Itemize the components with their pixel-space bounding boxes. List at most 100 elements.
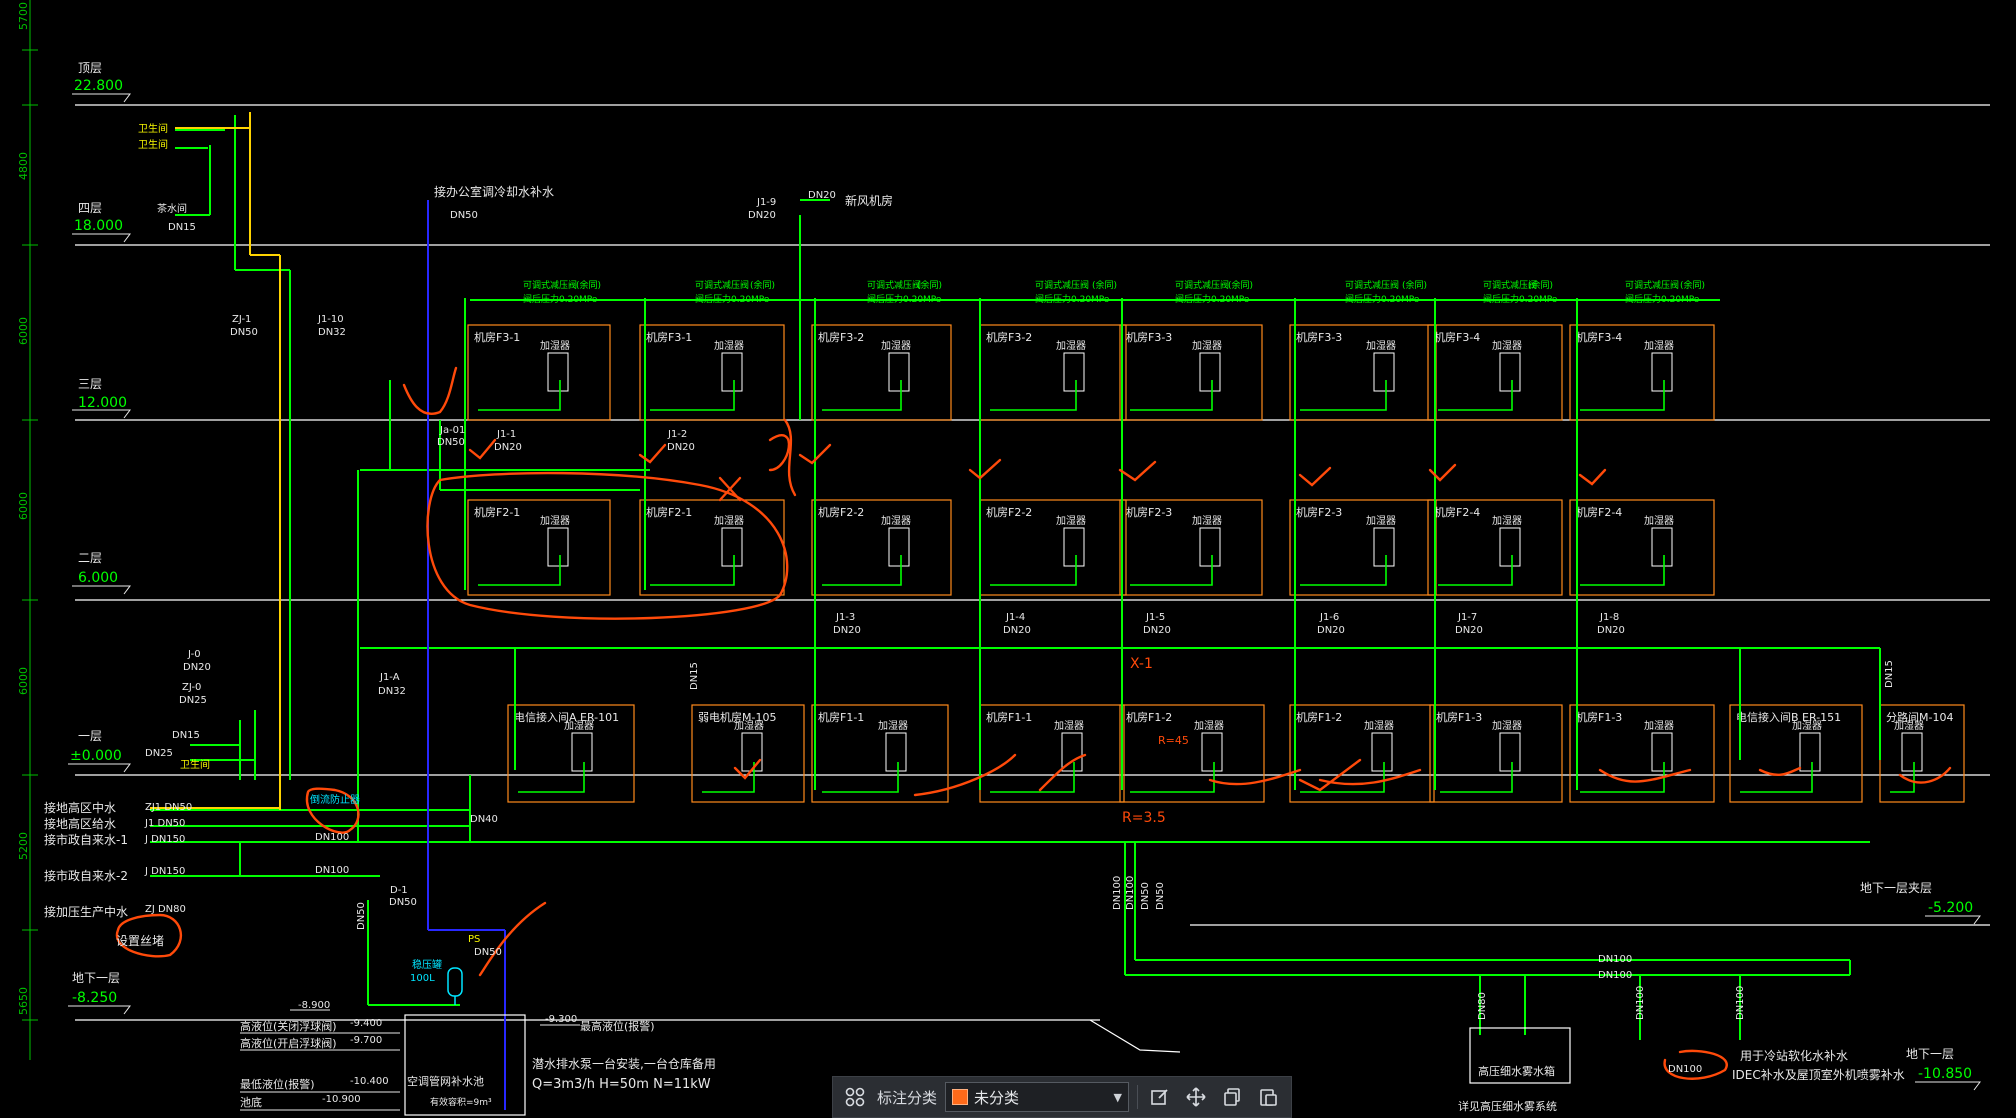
riser-j1-3: J1-3 xyxy=(835,612,855,623)
humidifier-unit xyxy=(1499,527,1521,567)
floor-elev-f4: 18.000 xyxy=(74,218,123,234)
room-f2-7[interactable]: 机房F2-4 加湿器 xyxy=(1427,499,1563,596)
room-f3-4[interactable]: 机房F3-2 加湿器 xyxy=(979,324,1127,421)
paste-icon[interactable] xyxy=(1254,1083,1282,1111)
floor-name-b1-right: 地下一层夹层 xyxy=(1860,881,1932,895)
wl-high: -9.300 xyxy=(545,1014,577,1025)
humidifier-label: 加湿器 xyxy=(1192,340,1222,352)
humidifier-unit xyxy=(1199,527,1221,567)
cad-drawing-canvas[interactable]: 5700 4800 6000 6000 6000 5200 5650 顶层 22… xyxy=(0,0,2016,1118)
riser-zj1: ZJ-1 xyxy=(232,314,251,325)
riser-j1-1: J1-1 xyxy=(496,429,516,440)
valve-note-3: (余同) xyxy=(576,279,601,291)
humidifier-label: 加湿器 xyxy=(1054,720,1084,732)
humidifier-unit xyxy=(721,352,743,392)
humidifier-label: 加湿器 xyxy=(1366,340,1396,352)
tank-vol: 100L xyxy=(410,973,435,984)
move-icon[interactable] xyxy=(1182,1083,1210,1111)
inlet-5-dn: ZJ DN80 xyxy=(145,904,186,915)
room-f3-7[interactable]: 机房F3-4 加湿器 xyxy=(1427,324,1563,421)
room-f3-2[interactable]: 机房F3-1 加湿器 xyxy=(639,324,785,421)
humidifier-branch-pipe xyxy=(990,762,1075,793)
humidifier-label: 加湿器 xyxy=(1792,720,1822,732)
room-f1-4[interactable]: 机房F1-1 加湿器 xyxy=(979,704,1125,803)
humidifier-label: 加湿器 xyxy=(714,515,744,527)
humidifier-branch-pipe xyxy=(1740,762,1813,793)
wl-1: -9.400 xyxy=(350,1018,382,1029)
room-f2-8[interactable]: 机房F2-4 加湿器 xyxy=(1569,499,1715,596)
room-f3-1[interactable]: 机房F3-1 加湿器 xyxy=(467,324,611,421)
wl-3: -10.400 xyxy=(350,1076,389,1087)
room-f3-6[interactable]: 机房F3-3 加湿器 xyxy=(1289,324,1437,421)
room-f1-2[interactable]: 弱电机房M-105加湿器 xyxy=(691,704,805,803)
floor-elev-b1-bottom: -10.850 xyxy=(1918,1066,1972,1082)
humidifier-unit xyxy=(1651,352,1673,392)
humidifier-label: 加湿器 xyxy=(881,515,911,527)
edit-icon[interactable] xyxy=(1146,1083,1174,1111)
room-label: 机房F1-1 xyxy=(818,710,864,724)
riser-ja01: Ja-01 xyxy=(439,425,465,436)
room-label: 机房F1-2 xyxy=(1126,710,1172,724)
humidifier-unit xyxy=(1063,352,1085,392)
humidifier-label: 加湿器 xyxy=(734,720,764,732)
humidifier-label: 加湿器 xyxy=(564,720,594,732)
scale-3: 6000 xyxy=(17,317,30,345)
room-f1-8[interactable]: 机房F1-3 加湿器 xyxy=(1569,704,1715,803)
category-grid-icon[interactable] xyxy=(841,1083,869,1111)
room-f3-5[interactable]: 机房F3-3 加湿器 xyxy=(1119,324,1263,421)
room-label: 机房F2-2 xyxy=(986,505,1032,519)
humidifier-label: 加湿器 xyxy=(1364,720,1394,732)
riser-j1-10: J1-10 xyxy=(317,314,344,325)
riser-j1-10-dn: DN32 xyxy=(318,327,346,338)
inlet-4-dn: J DN150 xyxy=(144,866,185,877)
room-f3-3[interactable]: 机房F3-2 加湿器 xyxy=(811,324,952,421)
inlet-2-dn: J1 DN50 xyxy=(144,818,185,829)
humidifier-unit xyxy=(547,527,569,567)
room-label: 机房F2-2 xyxy=(818,505,864,519)
humidifier-branch-pipe xyxy=(822,762,899,793)
floor-name-f4: 四层 xyxy=(78,201,102,215)
copy-icon[interactable] xyxy=(1218,1083,1246,1111)
riser-j1-7-dn: DN20 xyxy=(1455,625,1483,636)
room-f2-5[interactable]: 机房F2-3 加湿器 xyxy=(1119,499,1263,596)
room-f1-9[interactable]: 电信接入间B ER-151加湿器 xyxy=(1729,704,1863,803)
humidifier-unit xyxy=(1651,527,1673,567)
dn50-v3: DN50 xyxy=(1155,882,1166,910)
scale-7: 5650 xyxy=(17,987,30,1015)
valve-note-1: 可调式减压阀 xyxy=(523,279,577,291)
room-f2-4[interactable]: 机房F2-2 加湿器 xyxy=(979,499,1127,596)
riser-j1-4-dn: DN20 xyxy=(1003,625,1031,636)
humidifier-unit xyxy=(1499,352,1521,392)
dn100-v3: DN100 xyxy=(1635,986,1646,1020)
riser-j1-a-dn: DN32 xyxy=(378,686,406,697)
meter-cloud-dn: DN100 xyxy=(315,832,349,843)
room-label: 机房F1-3 xyxy=(1436,710,1482,724)
dn40-label: DN40 xyxy=(470,814,498,825)
valve-note-1: 可调式减压阀 xyxy=(1345,279,1399,291)
room-f2-3[interactable]: 机房F2-2 加湿器 xyxy=(811,499,952,596)
tank-label: 稳压罐 xyxy=(412,958,442,971)
room-f1-3[interactable]: 机房F1-1 加湿器 xyxy=(811,704,949,803)
room-f1-1[interactable]: 电信接入间A ER-101加湿器 xyxy=(507,704,635,803)
riser-ja01-dn: DN50 xyxy=(437,437,465,448)
room-f1-6[interactable]: 机房F1-2 加湿器 xyxy=(1289,704,1435,803)
room-f3-8[interactable]: 机房F3-4 加湿器 xyxy=(1569,324,1715,421)
floor-name-roof: 顶层 xyxy=(78,61,102,75)
room-f1-7[interactable]: 机房F1-3 加湿器 xyxy=(1429,704,1563,803)
humidifier-unit xyxy=(741,732,763,772)
valve-note-1: 可调式减压阀 xyxy=(1625,279,1679,291)
markup-strokes xyxy=(115,366,1952,1080)
pool-vol: 有效容积=9m³ xyxy=(430,1096,492,1108)
room-f1-5[interactable]: 机房F1-2 加湿器 xyxy=(1119,704,1265,803)
riser-j1-1-dn: DN20 xyxy=(494,442,522,453)
category-dropdown[interactable]: 未分类 ▼ xyxy=(945,1082,1130,1112)
humidifier-unit xyxy=(1371,732,1393,772)
room-f2-1[interactable]: 机房F2-1 加湿器 xyxy=(467,499,611,596)
humidifier-unit xyxy=(1373,352,1395,392)
room-f1-10[interactable]: 分路间M-104加湿器 xyxy=(1879,704,1965,803)
humidifier-branch-pipe xyxy=(518,762,585,793)
humidifier-unit xyxy=(1499,732,1521,772)
dn15-vertical: DN15 xyxy=(689,662,700,690)
room-f2-6[interactable]: 机房F2-3 加湿器 xyxy=(1289,499,1437,596)
scale-6: 5200 xyxy=(17,832,30,860)
